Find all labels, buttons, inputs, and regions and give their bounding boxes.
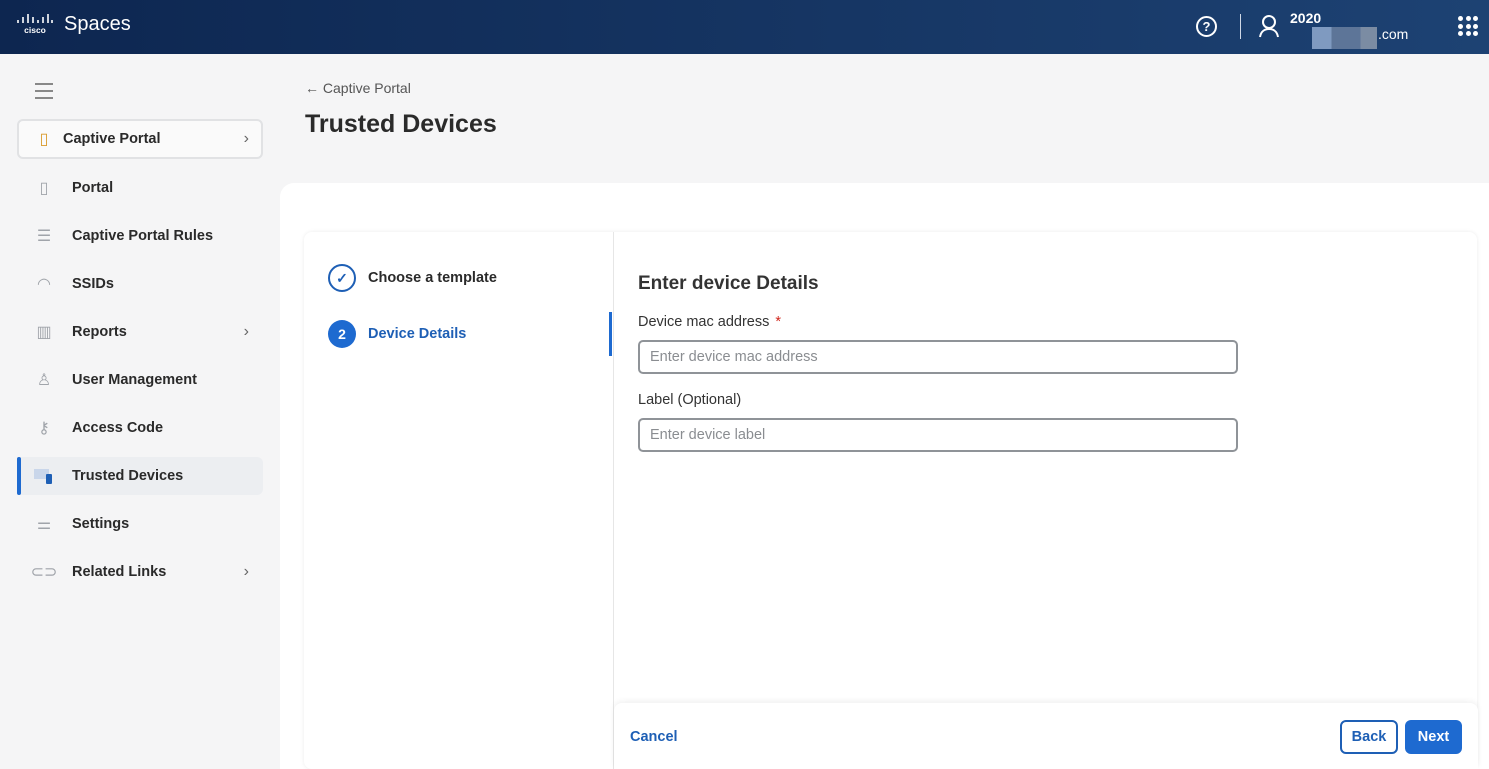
sidebar-item-user-management[interactable]: ♙ User Management <box>17 361 263 399</box>
section-row: ▯ Captive Portal › <box>17 121 263 157</box>
step-choose-template[interactable]: ✓ Choose a template <box>328 264 497 292</box>
sidebar-item-label: Access Code <box>72 420 164 436</box>
user-domain: .com <box>1378 26 1409 42</box>
sidebar-item-label: Portal <box>72 180 114 196</box>
sidebar-item-label: Trusted Devices <box>72 468 184 484</box>
sidebar-item-label: Captive Portal Rules <box>72 228 214 244</box>
sidebar-item-trusted-devices[interactable]: Trusted Devices <box>17 457 263 495</box>
section-label: Captive Portal <box>63 131 161 147</box>
sidebar-item-label: Related Links <box>72 564 167 580</box>
breadcrumb-label: Captive Portal <box>322 80 411 96</box>
top-bar: cisco Spaces ? 2020 .com <box>0 0 1489 54</box>
arrow-left-icon: ← <box>305 80 319 96</box>
sidebar-item-reports[interactable]: ▥ Reports › <box>17 313 263 351</box>
sidebar-item-captive-portal-rules[interactable]: ☰ Captive Portal Rules <box>17 217 263 255</box>
devices-icon <box>34 466 54 486</box>
wifi-icon: ◠ <box>37 276 51 293</box>
form-title: Enter device Details <box>638 273 819 294</box>
portal-badge-icon: ▯ <box>39 131 49 148</box>
mac-address-label: Device mac address * <box>638 314 782 330</box>
device-label-input[interactable] <box>638 418 1238 452</box>
required-mark: * <box>775 314 782 330</box>
sidebar-item-label: Settings <box>72 516 130 532</box>
sidebar-item-label: Reports <box>72 324 127 340</box>
app-name: Spaces <box>64 13 131 35</box>
step-device-details[interactable]: 2 Device Details <box>328 320 466 348</box>
back-button[interactable]: Back <box>1340 720 1398 754</box>
user-name[interactable]: 2020 <box>1290 10 1321 26</box>
step-label: Choose a template <box>368 270 497 286</box>
wizard-card <box>304 232 1477 769</box>
user-icon: ♙ <box>36 372 52 389</box>
chart-icon: ▥ <box>36 324 52 341</box>
chevron-right-icon: › <box>243 323 249 340</box>
redacted-email <box>1312 27 1377 49</box>
sidebar-item-portal[interactable]: ▯ Portal <box>17 169 263 207</box>
sidebar-item-related-links[interactable]: ⊂⊃ Related Links › <box>17 553 263 591</box>
svg-text:cisco: cisco <box>24 25 46 35</box>
sidebar-item-label: User Management <box>72 372 197 388</box>
mac-address-input[interactable] <box>638 340 1238 374</box>
user-icon[interactable] <box>1258 14 1280 38</box>
step-number: 2 <box>328 320 356 348</box>
chevron-right-icon: › <box>243 130 249 147</box>
phone-icon: ▯ <box>39 180 49 197</box>
checklist-icon: ☰ <box>36 228 52 245</box>
device-label-label: Label (Optional) <box>638 392 742 408</box>
step-label: Device Details <box>368 326 467 342</box>
sidebar-item-label: SSIDs <box>72 276 114 292</box>
cisco-logo: cisco <box>17 14 53 35</box>
chevron-right-icon: › <box>243 563 249 580</box>
divider <box>1240 14 1241 39</box>
hamburger-menu-icon[interactable] <box>35 83 53 104</box>
sidebar-item-access-code[interactable]: ⚷ Access Code <box>17 409 263 447</box>
active-step-indicator <box>609 312 612 356</box>
page-title: Trusted Devices <box>305 110 497 138</box>
breadcrumb-back-link[interactable]: ← Captive Portal <box>305 80 411 96</box>
sidebar-item-settings[interactable]: ⚌ Settings <box>17 505 263 543</box>
section-captive-portal[interactable]: ▯ Captive Portal › <box>17 119 263 159</box>
cancel-button[interactable]: Cancel <box>630 729 678 745</box>
wizard-footer: Cancel Back Next <box>614 703 1478 769</box>
sliders-icon: ⚌ <box>36 516 52 533</box>
check-icon: ✓ <box>328 264 356 292</box>
help-icon[interactable]: ? <box>1196 16 1217 37</box>
link-icon: ⊂⊃ <box>30 564 58 581</box>
next-button[interactable]: Next <box>1405 720 1462 754</box>
sidebar-item-ssids[interactable]: ◠ SSIDs <box>17 265 263 303</box>
apps-grid-icon[interactable] <box>1458 16 1478 36</box>
divider <box>613 232 614 769</box>
key-icon: ⚷ <box>38 420 50 437</box>
